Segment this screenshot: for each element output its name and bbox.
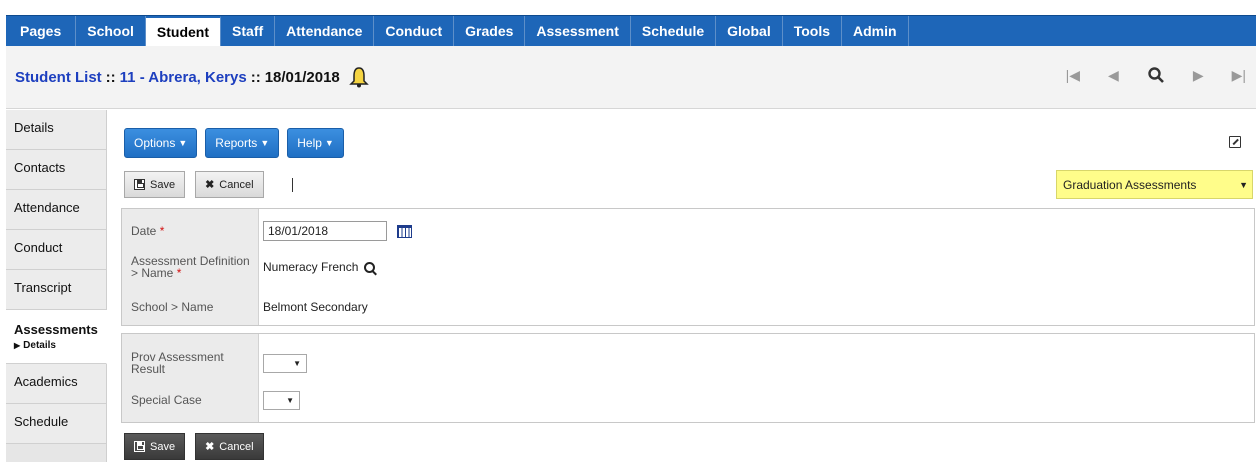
title-bar: Student List :: 11 - Abrera, Kerys :: 18… xyxy=(6,46,1256,109)
first-record-icon[interactable]: |◀ xyxy=(1066,67,1080,84)
side-subtab-details-label: Details xyxy=(23,340,56,351)
school-row: School > Name Belmont Secondary xyxy=(122,299,1254,315)
search-icon[interactable] xyxy=(364,261,376,273)
save-button[interactable]: Save xyxy=(124,171,186,198)
breadcrumb: Student List :: 11 - Abrera, Kerys :: 18… xyxy=(15,69,340,86)
close-icon: ✖ xyxy=(205,441,215,453)
action-row-bottom: Save ✖ Cancel xyxy=(124,433,264,460)
record-nav: |◀ ◀ ▶ ▶| xyxy=(1066,66,1246,84)
caret-down-icon: ▼ xyxy=(293,358,301,368)
special-case-label: Special Case xyxy=(131,393,202,407)
side-tab-conduct[interactable]: Conduct xyxy=(6,230,106,270)
nav-filler xyxy=(908,16,1256,46)
side-tab-schedule[interactable]: Schedule xyxy=(6,404,106,444)
side-tab-assessments-label: Assessments xyxy=(14,322,98,337)
breadcrumb-student[interactable]: 11 - Abrera, Kerys xyxy=(120,69,247,86)
prov-result-row: Prov Assessment Result ▼ xyxy=(122,348,1254,378)
options-button[interactable]: Options ▼ xyxy=(124,128,198,158)
save-button-label: Save xyxy=(150,178,176,191)
bell-icon[interactable] xyxy=(348,66,370,88)
reports-button[interactable]: Reports ▼ xyxy=(205,128,280,158)
side-tab-details[interactable]: Details xyxy=(6,110,106,150)
view-select[interactable]: Graduation Assessments ▼ xyxy=(1056,170,1253,199)
options-button-label: Options xyxy=(134,136,176,150)
assessment-details-panel: Date * 18/01/2018 Assessment Definition … xyxy=(121,208,1255,326)
date-row: Date * 18/01/2018 xyxy=(122,221,1254,241)
date-label: Date * xyxy=(131,224,165,238)
reports-button-label: Reports xyxy=(215,136,258,150)
tab-tools[interactable]: Tools xyxy=(783,16,843,46)
side-tab-academics[interactable]: Academics xyxy=(6,364,106,404)
save-button-label: Save xyxy=(150,440,176,453)
assessment-definition-value: Numeracy French xyxy=(263,260,359,274)
cancel-button[interactable]: ✖ Cancel xyxy=(195,171,264,198)
prov-result-label: Prov Assessment Result xyxy=(131,350,224,376)
date-input[interactable]: 18/01/2018 xyxy=(263,221,387,241)
prov-result-select[interactable]: ▼ xyxy=(263,353,307,373)
caret-down-icon: ▼ xyxy=(1239,180,1248,190)
menu-button-row: Options ▼ Reports ▼ Help ▼ xyxy=(124,128,344,158)
caret-down-icon: ▼ xyxy=(324,138,334,148)
results-panel: Prov Assessment Result ▼ Special Case ▼ xyxy=(121,333,1255,423)
caret-down-icon: ▼ xyxy=(286,395,294,405)
top-nav: Pages School Student Staff Attendance Co… xyxy=(6,15,1256,46)
tab-global[interactable]: Global xyxy=(716,16,783,46)
breadcrumb-date: 18/01/2018 xyxy=(264,68,340,86)
tab-grades[interactable]: Grades xyxy=(454,16,526,46)
next-record-icon[interactable]: ▶ xyxy=(1193,67,1204,84)
expand-icon[interactable] xyxy=(1229,136,1241,148)
calendar-icon[interactable] xyxy=(397,224,412,238)
help-button-label: Help xyxy=(297,136,322,150)
triangle-right-icon: ▶ xyxy=(14,341,21,350)
side-tab-contacts[interactable]: Contacts xyxy=(6,150,106,190)
side-tabs: Details Contacts Attendance Conduct Tran… xyxy=(6,110,107,462)
school-label: School > Name xyxy=(131,300,214,314)
side-tab-transcript[interactable]: Transcript xyxy=(6,270,106,310)
tab-attendance[interactable]: Attendance xyxy=(275,16,375,46)
special-case-row: Special Case ▼ xyxy=(122,390,1254,410)
side-subtab-details[interactable]: ▶ Details xyxy=(14,340,106,351)
text-cursor xyxy=(291,177,293,192)
view-select-value: Graduation Assessments xyxy=(1063,177,1197,192)
special-case-select[interactable]: ▼ xyxy=(263,390,300,410)
breadcrumb-student-list[interactable]: Student List xyxy=(15,69,102,86)
assessment-definition-row: Assessment Definition > Name * Numeracy … xyxy=(122,252,1254,282)
cancel-button-label: Cancel xyxy=(219,178,254,191)
tab-admin[interactable]: Admin xyxy=(842,16,909,46)
tab-assessment[interactable]: Assessment xyxy=(525,16,631,46)
tab-student[interactable]: Student xyxy=(145,16,222,46)
breadcrumb-separator: :: xyxy=(250,68,261,86)
side-tab-assessments[interactable]: Assessments ▶ Details xyxy=(6,310,107,364)
save-icon xyxy=(134,441,145,452)
assessment-definition-label: Assessment Definition > Name * xyxy=(131,254,250,280)
tab-school[interactable]: School xyxy=(76,16,146,46)
cancel-button-label: Cancel xyxy=(219,440,254,453)
school-value: Belmont Secondary xyxy=(263,300,368,314)
save-icon xyxy=(134,179,145,190)
side-tab-attendance[interactable]: Attendance xyxy=(6,190,106,230)
breadcrumb-separator: :: xyxy=(105,68,116,86)
tab-schedule[interactable]: Schedule xyxy=(631,16,717,46)
tab-conduct[interactable]: Conduct xyxy=(374,16,455,46)
tab-pages[interactable]: Pages xyxy=(6,16,77,46)
caret-down-icon: ▼ xyxy=(178,138,188,148)
save-button[interactable]: Save xyxy=(124,433,186,460)
caret-down-icon: ▼ xyxy=(260,138,270,148)
help-button[interactable]: Help ▼ xyxy=(287,128,344,158)
tab-staff[interactable]: Staff xyxy=(221,16,276,46)
previous-record-icon[interactable]: ◀ xyxy=(1108,67,1119,84)
close-icon: ✖ xyxy=(205,179,215,191)
action-row-top: Save ✖ Cancel xyxy=(124,171,293,198)
last-record-icon[interactable]: ▶| xyxy=(1232,67,1246,84)
cancel-button[interactable]: ✖ Cancel xyxy=(195,433,264,460)
search-icon[interactable] xyxy=(1147,66,1165,84)
